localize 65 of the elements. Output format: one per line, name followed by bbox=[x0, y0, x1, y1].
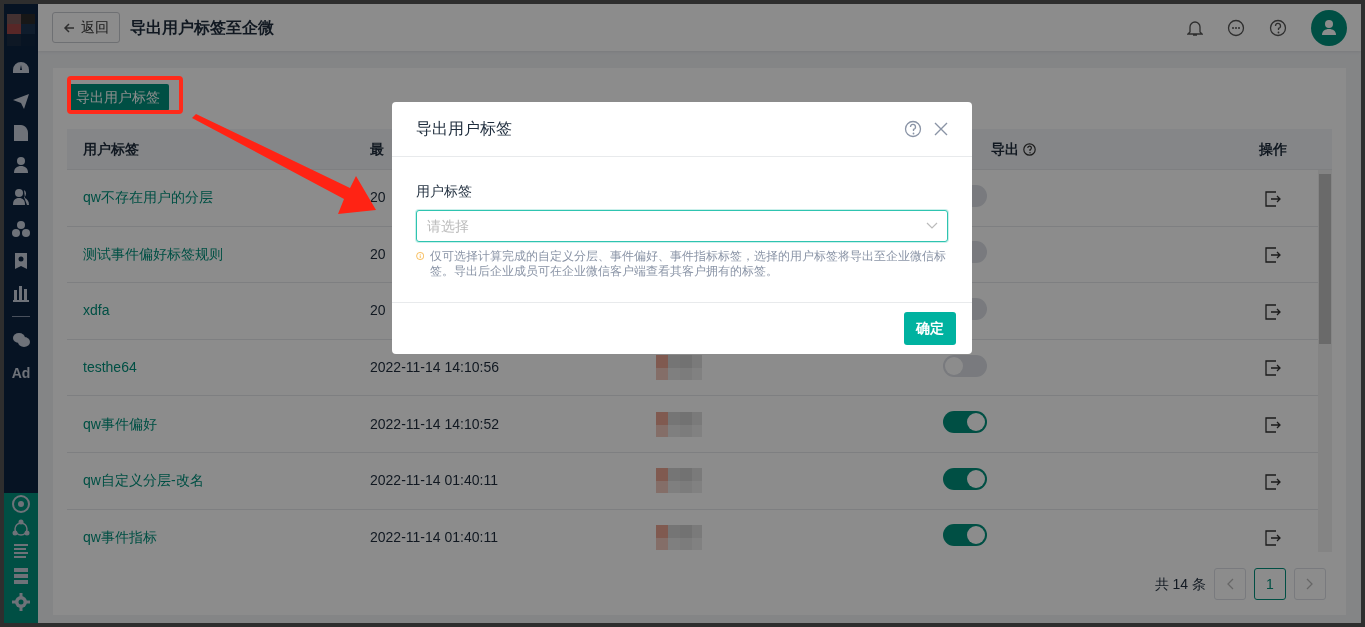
hint-text: 仅可选择计算完成的自定义分层、事件偏好、事件指标标签，选择的用户标签将导出至企业微信标签。导出后企业成员可在企业微信客户端查看其客户拥有的标签。 bbox=[430, 249, 948, 279]
confirm-button[interactable]: 确定 bbox=[904, 312, 956, 345]
export-icon[interactable] bbox=[1265, 247, 1281, 264]
time-cell: 2022-11-14 01:40:11 bbox=[370, 472, 498, 489]
help-icon bbox=[1023, 142, 1036, 156]
time-cell: 2022-11-14 01:40:11 bbox=[370, 528, 498, 545]
tag-link[interactable]: qw事件指标 bbox=[83, 528, 157, 545]
export-icon[interactable] bbox=[1265, 360, 1281, 377]
scrollbar[interactable] bbox=[1318, 170, 1332, 552]
chevron-left-icon bbox=[1226, 578, 1234, 590]
column-header: 最 bbox=[370, 140, 384, 157]
cluster-icon bbox=[12, 220, 30, 238]
export-icon[interactable] bbox=[1265, 303, 1281, 320]
ad-label: Ad bbox=[11, 364, 31, 383]
column-header: 操作 bbox=[1259, 140, 1287, 157]
tag-link[interactable]: qw不存在用户的分层 bbox=[83, 189, 213, 206]
settings-icon bbox=[12, 593, 30, 611]
export-icon[interactable] bbox=[1265, 416, 1281, 433]
info-icon bbox=[416, 249, 425, 263]
send-icon bbox=[12, 92, 30, 110]
time-cell: 20 bbox=[370, 302, 386, 319]
field-label: 用户标签 bbox=[416, 182, 473, 201]
network-icon bbox=[12, 519, 30, 537]
export-icon[interactable] bbox=[1265, 190, 1281, 207]
tag-link[interactable]: xdfa bbox=[83, 302, 110, 319]
server-icon bbox=[12, 567, 30, 585]
toggle-switch[interactable] bbox=[943, 524, 987, 547]
users-icon bbox=[12, 188, 30, 206]
export-icon[interactable] bbox=[1265, 473, 1281, 490]
chat-icon bbox=[12, 331, 30, 349]
column-header: 导出 bbox=[991, 139, 1019, 159]
toggle-switch[interactable] bbox=[943, 467, 987, 490]
avatar-icon[interactable] bbox=[1311, 9, 1347, 46]
page-title: 导出用户标签至企微 bbox=[130, 17, 274, 38]
time-cell: 20 bbox=[370, 189, 386, 206]
user-icon bbox=[12, 156, 30, 174]
column-header: 用户标签 bbox=[83, 140, 139, 157]
target-icon bbox=[12, 495, 30, 513]
tag-link[interactable]: qw自定义分层-改名 bbox=[83, 472, 204, 489]
list-icon bbox=[12, 543, 30, 561]
tag-link[interactable]: 测试事件偏好标签规则 bbox=[83, 245, 223, 262]
book-icon bbox=[12, 124, 30, 142]
bell-icon[interactable] bbox=[1187, 18, 1203, 37]
page-button[interactable]: 1 bbox=[1254, 568, 1286, 600]
select-field[interactable]: 请选择 bbox=[416, 210, 948, 242]
time-cell: 2022-11-14 14:10:52 bbox=[370, 415, 499, 432]
back-button[interactable]: 返回 bbox=[52, 12, 120, 43]
chat-icon[interactable] bbox=[1227, 18, 1245, 37]
profile-card-icon bbox=[12, 252, 30, 270]
toggle-switch[interactable] bbox=[943, 411, 987, 434]
help-icon[interactable] bbox=[1269, 18, 1287, 37]
chevron-down-icon bbox=[926, 222, 938, 230]
bar-chart-icon bbox=[12, 284, 30, 302]
close-icon[interactable] bbox=[934, 122, 948, 136]
arrow-left-icon bbox=[63, 21, 75, 34]
total-count: 共 14 条 bbox=[1154, 574, 1206, 594]
export-icon[interactable] bbox=[1265, 530, 1281, 547]
toggle-switch[interactable] bbox=[943, 354, 987, 377]
time-cell: 2022-11-14 14:10:56 bbox=[370, 359, 499, 376]
time-cell: 20 bbox=[370, 245, 386, 262]
chevron-right-icon bbox=[1306, 578, 1314, 590]
tag-link[interactable]: qw事件偏好 bbox=[83, 415, 157, 432]
help-icon[interactable] bbox=[904, 120, 922, 138]
tag-link[interactable]: testhe64 bbox=[83, 359, 137, 376]
modal-title: 导出用户标签 bbox=[416, 119, 513, 139]
